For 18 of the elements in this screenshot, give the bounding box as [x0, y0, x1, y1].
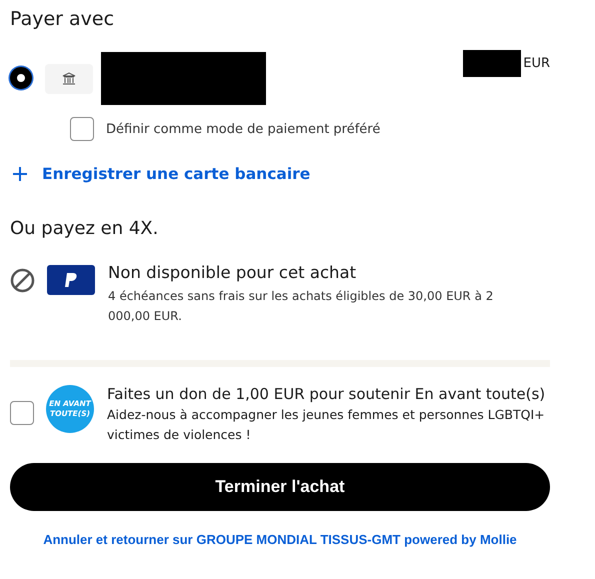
checkbox[interactable] [70, 117, 94, 141]
redacted-block [463, 50, 522, 77]
section-heading: Ou payez en 4X. [10, 218, 160, 239]
option-title: Non disponible pour cet achat [108, 263, 358, 282]
bank-icon [45, 64, 93, 94]
donation-title: Faites un don de 1,00 EUR pour soutenir En avant toute(s) [107, 385, 546, 403]
checkbox[interactable] [10, 401, 34, 425]
radio-button[interactable] [10, 67, 32, 89]
cancel-link[interactable]: Annuler et retourner sur GROUPE MONDIAL TISSUS-GMT powered by Mollie [43, 532, 517, 547]
plus-icon [12, 166, 28, 182]
add-card-link[interactable]: Enregistrer une carte bancaire [12, 165, 310, 183]
paypal-logo-icon [47, 265, 95, 295]
checkbox-label: Définir comme mode de paiement préféré [106, 122, 380, 136]
section-heading: Payer avec [10, 8, 116, 30]
donation-description: Aidez-nous à accompagner les jeunes femmes et personnes LGBTQI+ victimes de violences ! [107, 406, 546, 444]
currency-label: EUR [523, 56, 550, 71]
option-description: 4 échéances sans frais sur les achats éligibles de 30,00 EUR à 2 000,00 EUR. [108, 288, 494, 325]
submit-button[interactable]: Terminer l'achat [10, 463, 550, 511]
